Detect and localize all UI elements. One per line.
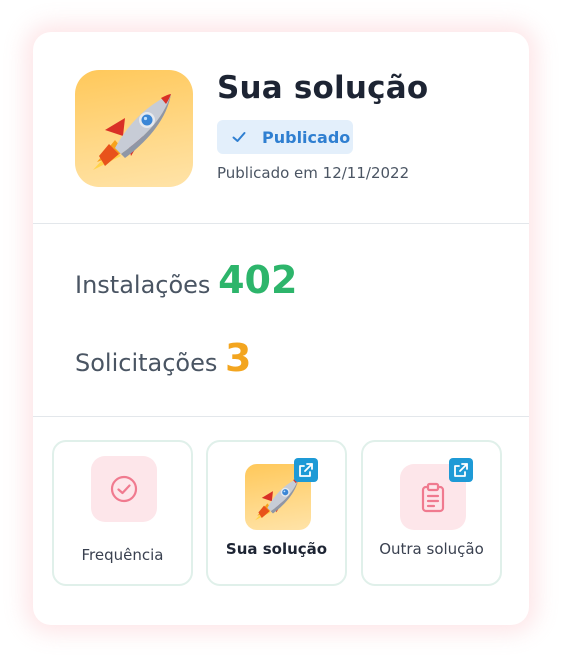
installs-label: Instalações — [75, 271, 211, 299]
status-badge: Publicado — [217, 120, 353, 154]
installs-stat: Instalações 402 — [75, 258, 297, 302]
installs-value: 402 — [218, 258, 298, 302]
external-link-icon[interactable] — [449, 458, 473, 482]
tile-label: Outra solução — [379, 540, 484, 558]
tile-outra-solucao[interactable]: Outra solução — [361, 440, 502, 586]
divider — [33, 223, 529, 224]
tile-icon-box — [91, 456, 157, 522]
tile-label: Sua solução — [225, 540, 328, 558]
solution-card: Sua solução Publicado Publicado em 12/11… — [33, 32, 529, 625]
check-circle-icon — [110, 475, 138, 503]
divider — [33, 416, 529, 417]
solution-header: Sua solução Publicado Publicado em 12/11… — [33, 32, 529, 223]
tile-frequencia[interactable]: Frequência — [52, 440, 193, 586]
published-date: Publicado em 12/11/2022 — [217, 164, 410, 182]
solution-title: Sua solução — [217, 70, 429, 106]
rocket-icon — [75, 70, 193, 187]
external-link-icon[interactable] — [294, 458, 318, 482]
check-icon — [232, 132, 246, 142]
status-badge-label: Publicado — [262, 128, 351, 147]
tile-sua-solucao[interactable]: Sua solução — [206, 440, 347, 586]
requests-label: Solicitações — [75, 349, 218, 377]
requests-stat: Solicitações 3 — [75, 336, 251, 380]
requests-value: 3 — [225, 336, 252, 380]
tile-label: Frequência — [81, 546, 164, 564]
